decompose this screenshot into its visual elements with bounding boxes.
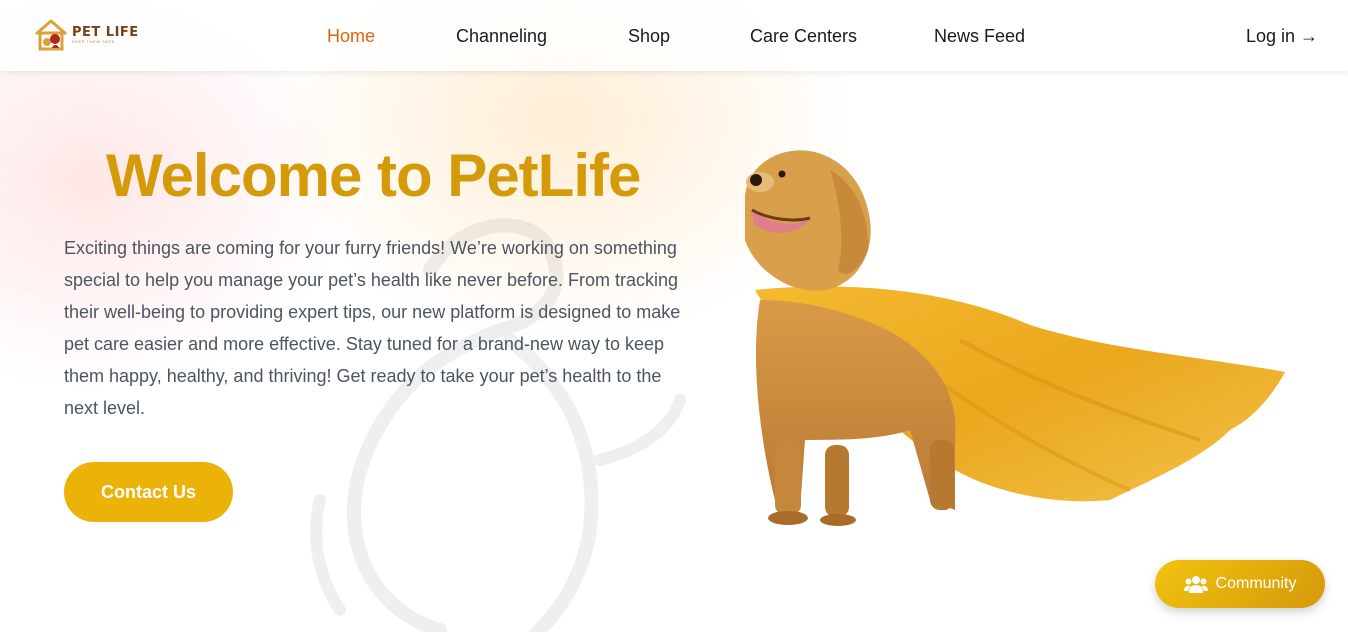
- login-link[interactable]: Log in →: [1246, 24, 1318, 48]
- nav-item-news-feed[interactable]: News Feed: [934, 24, 1025, 48]
- top-navbar: PET LIFE KEEP THEM SAFE Home Channeling …: [0, 0, 1348, 71]
- contact-us-button[interactable]: Contact Us: [64, 462, 233, 522]
- community-label: Community: [1215, 575, 1297, 592]
- landing-page: PET LIFE KEEP THEM SAFE Home Channeling …: [0, 0, 1348, 632]
- nav-item-channeling[interactable]: Channeling: [456, 24, 547, 48]
- nav-item-care-centers[interactable]: Care Centers: [750, 24, 857, 48]
- hero-description: Exciting things are coming for your furr…: [64, 238, 681, 418]
- hero-title: Welcome to PetLife: [106, 142, 641, 209]
- nav-item-shop[interactable]: Shop: [628, 24, 670, 48]
- main-nav: Home Channeling Shop Care Centers News F…: [0, 24, 1348, 48]
- community-button[interactable]: Community: [1155, 560, 1325, 608]
- golden-retriever-with-cape-image: [745, 150, 1285, 526]
- users-icon: [1183, 576, 1208, 593]
- nav-item-home[interactable]: Home: [327, 24, 375, 48]
